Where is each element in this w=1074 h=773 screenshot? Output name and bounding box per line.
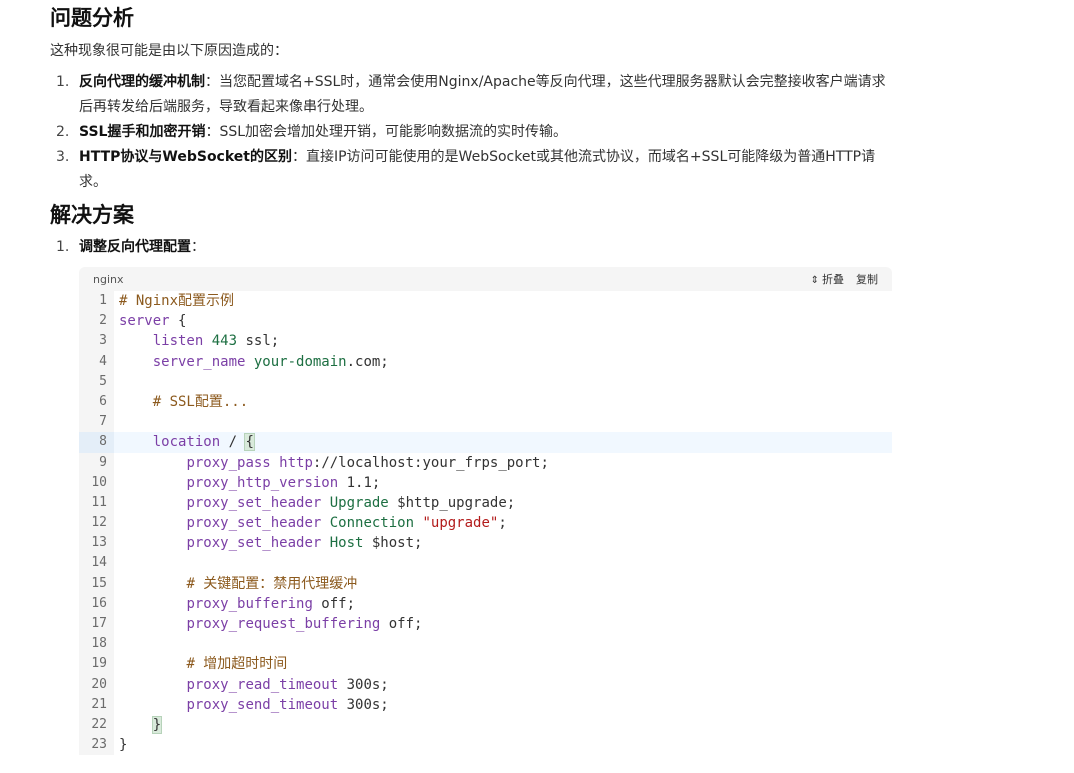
- fold-button[interactable]: ⇕ 折叠: [811, 271, 844, 287]
- line-number: 20: [79, 674, 114, 695]
- code-line: 10 proxy_http_version 1.1;: [79, 472, 892, 493]
- line-number: 14: [79, 553, 114, 574]
- list-item-title: 反向代理的缓冲机制: [79, 74, 205, 90]
- fold-label: 折叠: [822, 273, 844, 286]
- list-item-title: HTTP协议与WebSocket的区别: [79, 149, 292, 165]
- code-line: 4 server_name your-domain.com;: [79, 351, 892, 372]
- code-line: 9 proxy_pass http://localhost:your_frps_…: [79, 452, 892, 473]
- code-header: nginx ⇕ 折叠 复制: [79, 267, 892, 291]
- list-item: 3. HTTP协议与WebSocket的区别：直接IP访问可能使用的是WebSo…: [50, 145, 892, 195]
- code-line-text: # 增加超时时间: [186, 656, 288, 673]
- code-line-text: proxy_read_timeout 300s;: [186, 676, 389, 693]
- line-number: 16: [79, 593, 114, 614]
- code-line: 15 # 关键配置：禁用代理缓冲: [79, 573, 892, 594]
- line-number: 10: [79, 472, 114, 493]
- intro-text: 这种现象很可能是由以下原因造成的：: [50, 43, 288, 59]
- code-line: 16 proxy_buffering off;: [79, 593, 892, 614]
- code-line: 3 listen 443 ssl;: [79, 331, 892, 352]
- cause-list: 1. 反向代理的缓冲机制：当您配置域名+SSL时，通常会使用Nginx/Apac…: [50, 70, 892, 195]
- chevron-updown-icon: ⇕: [810, 275, 819, 286]
- line-number: 17: [79, 614, 114, 635]
- code-line-text: proxy_set_header Host $host;: [186, 535, 423, 552]
- code-line-text: proxy_buffering off;: [186, 595, 356, 612]
- code-line: 20 proxy_read_timeout 300s;: [79, 674, 892, 695]
- code-line-text: location / {: [152, 433, 255, 452]
- line-number: 1: [79, 291, 114, 312]
- line-number: 5: [79, 371, 114, 392]
- line-number: 2: [79, 311, 114, 332]
- line-number: 19: [79, 654, 114, 675]
- code-line: 22 }: [79, 714, 892, 736]
- code-line: 18: [79, 634, 892, 655]
- line-number: 11: [79, 492, 114, 514]
- line-number: 22: [79, 714, 114, 736]
- solution-list: 1. 调整反向代理配置：: [50, 235, 892, 260]
- code-line: 23}: [79, 735, 892, 756]
- line-number: 15: [79, 573, 114, 594]
- line-number: 6: [79, 391, 114, 413]
- code-line: 21 proxy_send_timeout 300s;: [79, 694, 892, 715]
- line-number: 23: [79, 735, 114, 756]
- line-number: 13: [79, 533, 114, 554]
- code-line: 17 proxy_request_buffering off;: [79, 614, 892, 635]
- code-line-text: # Nginx配置示例: [119, 293, 235, 309]
- code-line: 6 # SSL配置...: [79, 391, 892, 413]
- list-item: 1. 调整反向代理配置：: [50, 235, 892, 260]
- line-number: 4: [79, 351, 114, 372]
- line-number: 9: [79, 452, 114, 473]
- code-line: 12 proxy_set_header Connection "upgrade"…: [79, 513, 892, 534]
- code-line: 13 proxy_set_header Host $host;: [79, 533, 892, 554]
- code-line-text: proxy_set_header Upgrade $http_upgrade;: [186, 494, 516, 511]
- code-line-text: proxy_set_header Connection "upgrade";: [186, 515, 507, 532]
- code-line-text: listen 443 ssl;: [152, 333, 280, 350]
- code-language-label: nginx: [93, 272, 124, 286]
- list-number: 2.: [56, 124, 70, 140]
- code-line: 14: [79, 553, 892, 574]
- line-number: 3: [79, 331, 114, 352]
- code-line-text: proxy_pass http://localhost:your_frps_po…: [186, 454, 549, 471]
- list-number: 1.: [56, 74, 70, 90]
- code-line: 7: [79, 412, 892, 433]
- line-number: 7: [79, 412, 114, 433]
- code-line: 5: [79, 371, 892, 392]
- list-item: 1. 反向代理的缓冲机制：当您配置域名+SSL时，通常会使用Nginx/Apac…: [50, 70, 892, 120]
- list-number: 3.: [56, 149, 70, 165]
- list-item-title: 调整反向代理配置: [79, 239, 191, 255]
- section-heading-analysis: 问题分析: [50, 6, 134, 30]
- code-line-text: # 关键配置：禁用代理缓冲: [186, 575, 358, 592]
- line-number: 21: [79, 694, 114, 715]
- list-number: 1.: [56, 239, 70, 255]
- code-line-text: # SSL配置...: [152, 393, 249, 410]
- line-number: 12: [79, 513, 114, 534]
- code-line: 11 proxy_set_header Upgrade $http_upgrad…: [79, 492, 892, 514]
- code-editor[interactable]: 1 # Nginx配置示例 2 server {3 listen 443 ssl; 4 …: [79, 291, 892, 756]
- code-block[interactable]: nginx ⇕ 折叠 复制 1 # Nginx配置示例 2 server {3 list…: [79, 267, 892, 763]
- code-line: 8 location / {: [79, 432, 892, 453]
- code-line: 2 server {: [79, 311, 892, 332]
- code-line-text: proxy_request_buffering off;: [186, 616, 423, 632]
- line-number: 18: [79, 634, 114, 655]
- code-line-text: server_name your-domain.com;: [152, 353, 389, 370]
- code-line-text: }: [151, 715, 163, 734]
- code-line: 1 # Nginx配置示例: [79, 291, 892, 312]
- code-actions: ⇕ 折叠 复制: [811, 271, 878, 287]
- code-line-text: proxy_http_version 1.1;: [186, 474, 381, 491]
- code-line-text: server {: [119, 313, 187, 330]
- code-line-text: proxy_send_timeout 300s;: [186, 696, 389, 713]
- list-item-title: SSL握手和加密开销: [79, 124, 206, 140]
- list-item-text: ：: [191, 239, 205, 255]
- section-heading-solution: 解决方案: [50, 203, 134, 227]
- code-line-text: }: [119, 737, 128, 754]
- line-number: 8: [79, 432, 114, 453]
- list-item-text: ：SSL加密会增加处理开销，可能影响数据流的实时传输。: [205, 124, 568, 140]
- copy-button[interactable]: 复制: [856, 271, 878, 287]
- list-item: 2. SSL握手和加密开销：SSL加密会增加处理开销，可能影响数据流的实时传输。: [50, 120, 892, 145]
- code-line: 19 # 增加超时时间: [79, 654, 892, 675]
